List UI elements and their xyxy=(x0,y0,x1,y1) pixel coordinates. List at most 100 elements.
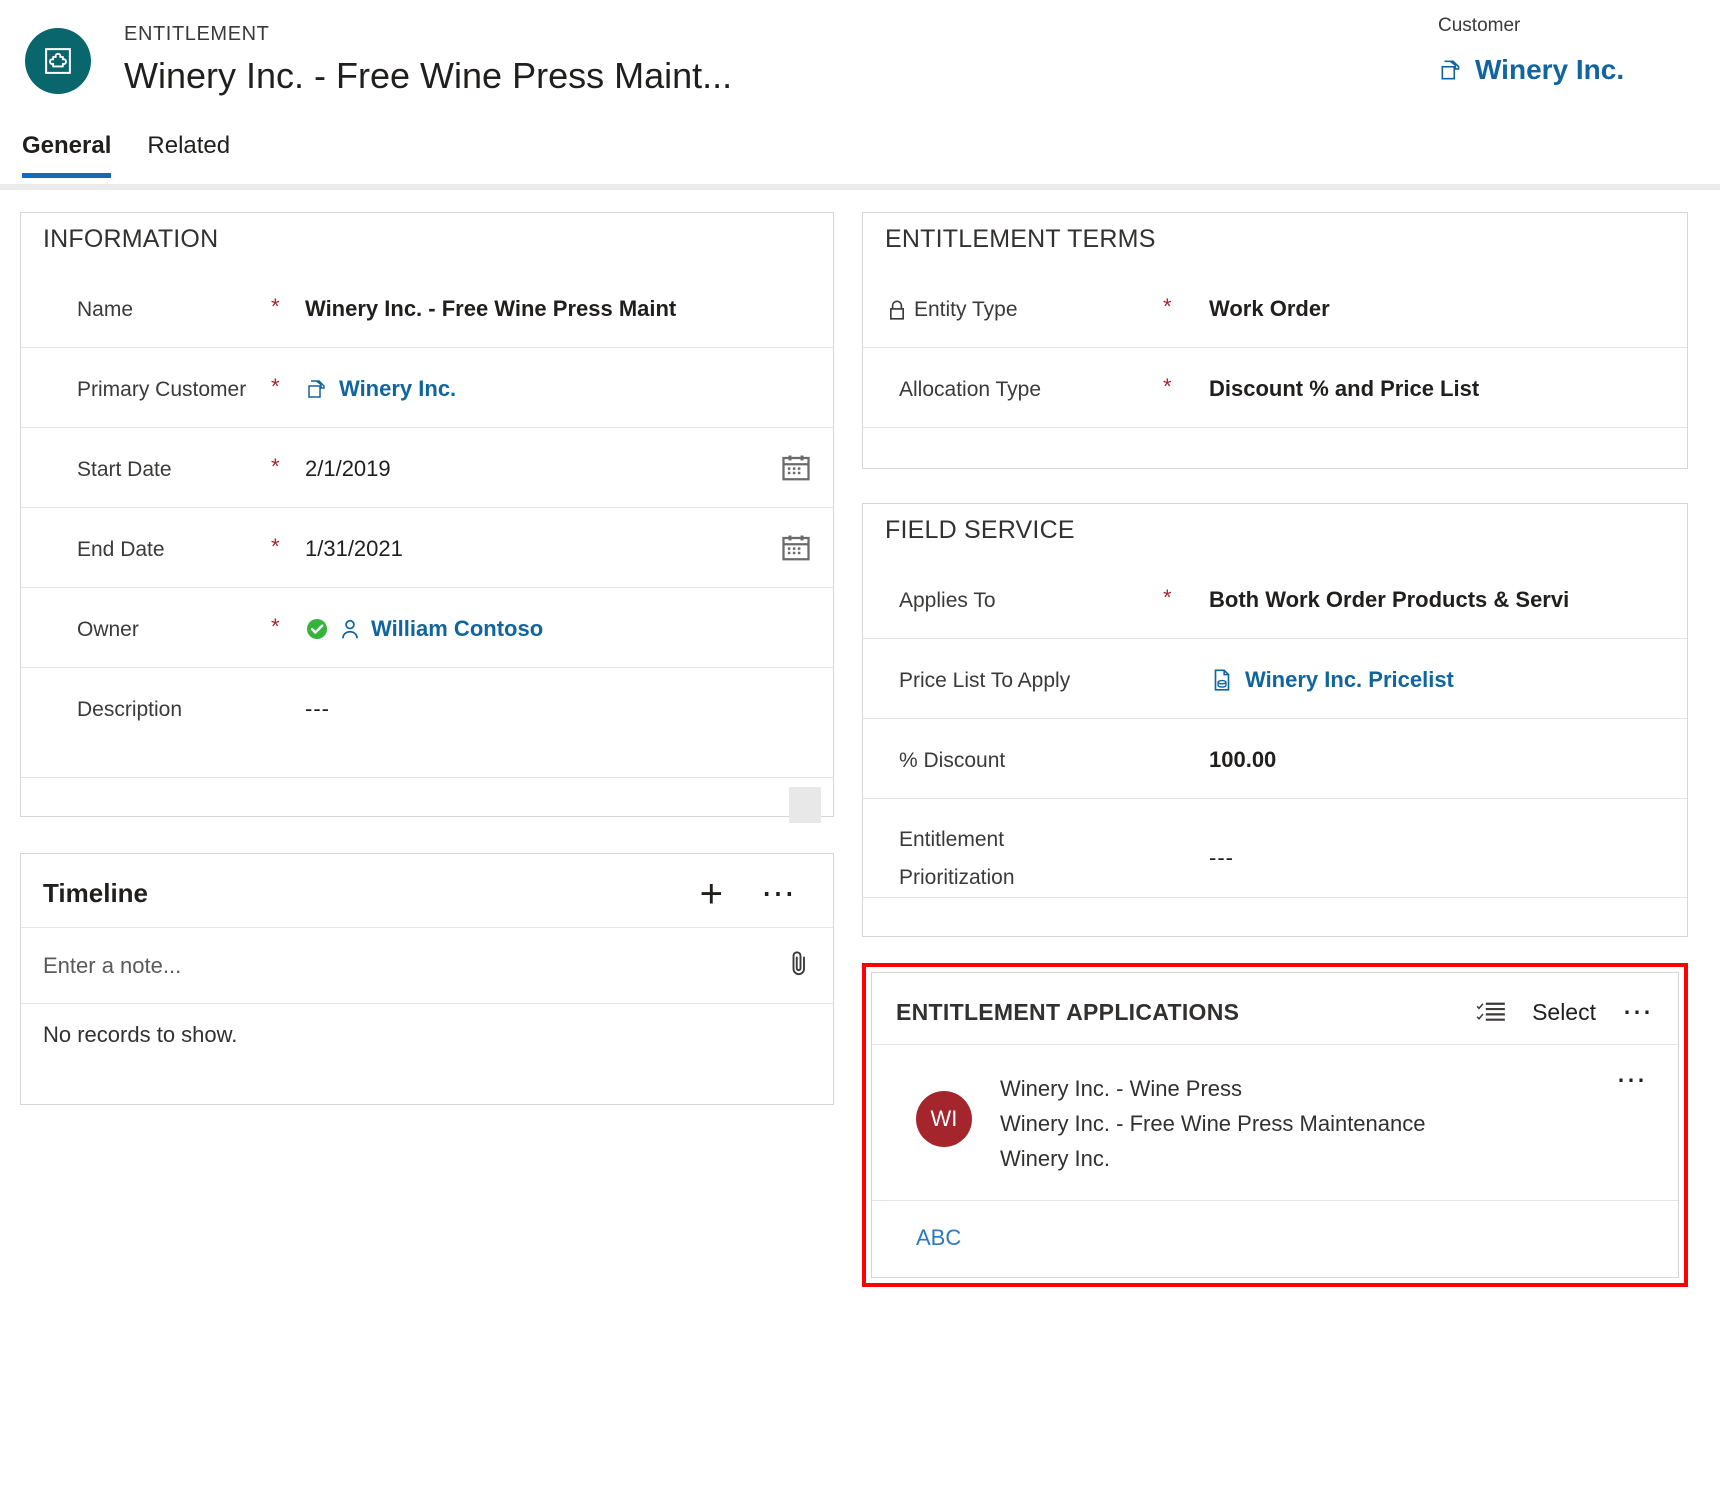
customer-link[interactable]: Winery Inc. xyxy=(1390,54,1720,86)
form-body: INFORMATION Name * Winery Inc. - Free Wi… xyxy=(0,190,1720,1287)
field-row-name: Name * Winery Inc. - Free Wine Press Mai… xyxy=(21,268,833,348)
required-indicator-allocation-type: * xyxy=(1163,374,1172,399)
field-value-prioritization[interactable]: --- xyxy=(1209,799,1687,873)
field-value-discount[interactable]: 100.00 xyxy=(1209,719,1687,775)
entitlement-applications-title: ENTITLEMENT APPLICATIONS xyxy=(896,999,1240,1025)
field-label-discount: % Discount xyxy=(899,749,1006,772)
select-button[interactable]: Select xyxy=(1532,999,1596,1026)
field-label-description: Description xyxy=(77,698,183,721)
field-value-start-date[interactable]: 2/1/2019 xyxy=(305,428,833,484)
required-indicator-applies-to: * xyxy=(1163,585,1172,610)
field-value-primary-customer[interactable]: Winery Inc. xyxy=(305,348,833,404)
field-value-name[interactable]: Winery Inc. - Free Wine Press Maint xyxy=(305,268,833,324)
check-circle-icon xyxy=(305,617,329,641)
entitlement-applications-footer: ABC xyxy=(872,1201,1678,1277)
field-value-price-list[interactable]: Winery Inc. Pricelist xyxy=(1209,639,1687,695)
user-icon xyxy=(337,616,363,642)
field-label-price-list: Price List To Apply xyxy=(899,669,1071,692)
field-row-start-date: Start Date * 2/1/2019 xyxy=(21,428,833,508)
field-label-applies-to: Applies To xyxy=(899,589,996,612)
calendar-icon[interactable] xyxy=(781,534,811,567)
record-type-label: ENTITLEMENT xyxy=(124,23,270,45)
ellipsis-icon[interactable]: ⋯ xyxy=(761,877,797,911)
account-icon xyxy=(305,377,329,401)
entitlement-terms-card: ENTITLEMENT TERMS Entity Type * Work Ord… xyxy=(862,212,1688,469)
checklist-icon[interactable] xyxy=(1476,1000,1506,1026)
field-value-applies-to[interactable]: Both Work Order Products & Servi xyxy=(1209,559,1687,615)
entitlement-applications-header: ENTITLEMENT APPLICATIONS Select ⋯ xyxy=(872,973,1678,1045)
timeline-title: Timeline xyxy=(43,878,149,908)
field-row-discount: % Discount 100.00 xyxy=(863,719,1687,799)
field-label-prioritization: Entitlement Prioritization xyxy=(899,828,1015,889)
avatar: WI xyxy=(916,1091,972,1147)
entitlement-applications-highlight: ENTITLEMENT APPLICATIONS Select ⋯ WI Win… xyxy=(862,963,1688,1287)
field-value-end-date[interactable]: 1/31/2021 xyxy=(305,508,833,564)
prioritization-empty-value: --- xyxy=(1209,845,1234,870)
entitlement-terms-section-title: ENTITLEMENT TERMS xyxy=(885,225,1156,253)
timeline-actions: + ⋯ xyxy=(700,874,811,914)
field-value-owner[interactable]: William Contoso xyxy=(305,588,833,644)
field-label-start-date: Start Date xyxy=(77,458,172,481)
header-customer-block: Customer Winery Inc. xyxy=(1390,14,1720,86)
field-row-prioritization: Entitlement Prioritization --- xyxy=(863,799,1687,898)
required-indicator-description xyxy=(271,668,305,694)
field-value-description[interactable]: --- xyxy=(305,668,833,724)
ellipsis-icon[interactable]: ⋯ xyxy=(1616,1066,1648,1096)
description-empty-value: --- xyxy=(305,696,330,721)
field-row-primary-customer: Primary Customer * Winery Inc. xyxy=(21,348,833,428)
price-list-link-text: Winery Inc. Pricelist xyxy=(1245,667,1454,692)
plus-icon[interactable]: + xyxy=(700,874,723,914)
required-indicator-owner: * xyxy=(271,614,280,639)
note-input-row[interactable]: Enter a note... xyxy=(21,928,833,1004)
timeline-header: Timeline + ⋯ xyxy=(21,854,833,928)
primary-customer-link-text: Winery Inc. xyxy=(339,376,457,401)
list-item-line-2: Winery Inc. - Free Wine Press Maintenanc… xyxy=(1000,1111,1426,1136)
required-indicator-primary-customer: * xyxy=(271,374,280,399)
right-column: ENTITLEMENT TERMS Entity Type * Work Ord… xyxy=(862,212,1688,1287)
field-row-price-list: Price List To Apply Winery Inc. Pricelis… xyxy=(863,639,1687,719)
field-row-applies-to: Applies To * Both Work Order Products & … xyxy=(863,559,1687,639)
field-value-allocation-type[interactable]: Discount % and Price List xyxy=(1209,348,1687,404)
account-icon xyxy=(1438,57,1464,83)
field-value-entity-type[interactable]: Work Order xyxy=(1209,268,1687,324)
required-indicator-prioritization xyxy=(1163,799,1209,825)
note-input-placeholder: Enter a note... xyxy=(43,952,182,978)
tab-general[interactable]: General xyxy=(22,132,112,178)
record-header: ENTITLEMENT Winery Inc. - Free Wine Pres… xyxy=(0,0,1720,132)
customer-field-label: Customer xyxy=(1438,15,1521,36)
header-title-block: ENTITLEMENT Winery Inc. - Free Wine Pres… xyxy=(124,18,732,100)
field-label-allocation-type: Allocation Type xyxy=(899,378,1042,401)
pricelist-icon xyxy=(1209,667,1235,693)
description-resize-handle[interactable] xyxy=(789,787,821,823)
entitlement-applications-card: ENTITLEMENT APPLICATIONS Select ⋯ WI Win… xyxy=(871,972,1679,1278)
page-title: Winery Inc. - Free Wine Press Maint... xyxy=(124,55,733,96)
field-row-description: Description --- xyxy=(21,668,833,823)
required-indicator-price-list xyxy=(1163,639,1209,665)
list-item-text-block: Winery Inc. - Wine Press Winery Inc. - F… xyxy=(1000,1071,1425,1176)
paperclip-icon[interactable] xyxy=(787,948,811,983)
owner-link-text: William Contoso xyxy=(371,616,544,641)
required-indicator-entity-type: * xyxy=(1163,294,1172,319)
timeline-card: Timeline + ⋯ Enter a note... No records … xyxy=(20,853,834,1105)
customer-name: Winery Inc. xyxy=(1475,54,1625,85)
field-label-entity-type: Entity Type xyxy=(914,298,1018,321)
entitlement-applications-actions: Select ⋯ xyxy=(1476,997,1654,1027)
field-row-entity-type: Entity Type * Work Order xyxy=(863,268,1687,348)
list-item-line-1: Winery Inc. - Wine Press xyxy=(1000,1076,1243,1101)
information-section-title: INFORMATION xyxy=(43,225,219,253)
field-row-owner: Owner * William Contoso xyxy=(21,588,833,668)
calendar-icon[interactable] xyxy=(781,454,811,487)
tab-related[interactable]: Related xyxy=(147,132,230,173)
required-indicator-name: * xyxy=(271,294,280,319)
entitlement-record-page: ENTITLEMENT Winery Inc. - Free Wine Pres… xyxy=(0,0,1720,1500)
abc-link[interactable]: ABC xyxy=(916,1225,961,1250)
list-item-line-3: Winery Inc. xyxy=(1000,1146,1111,1171)
field-label-end-date: End Date xyxy=(77,538,165,561)
left-column: INFORMATION Name * Winery Inc. - Free Wi… xyxy=(20,212,834,1105)
list-item[interactable]: WI Winery Inc. - Wine Press Winery Inc. … xyxy=(872,1045,1678,1201)
field-service-section-title: FIELD SERVICE xyxy=(885,516,1075,544)
tab-bar: General Related xyxy=(0,132,1720,190)
lock-icon xyxy=(887,299,907,321)
ellipsis-icon[interactable]: ⋯ xyxy=(1622,997,1654,1027)
required-indicator-discount xyxy=(1163,719,1209,745)
